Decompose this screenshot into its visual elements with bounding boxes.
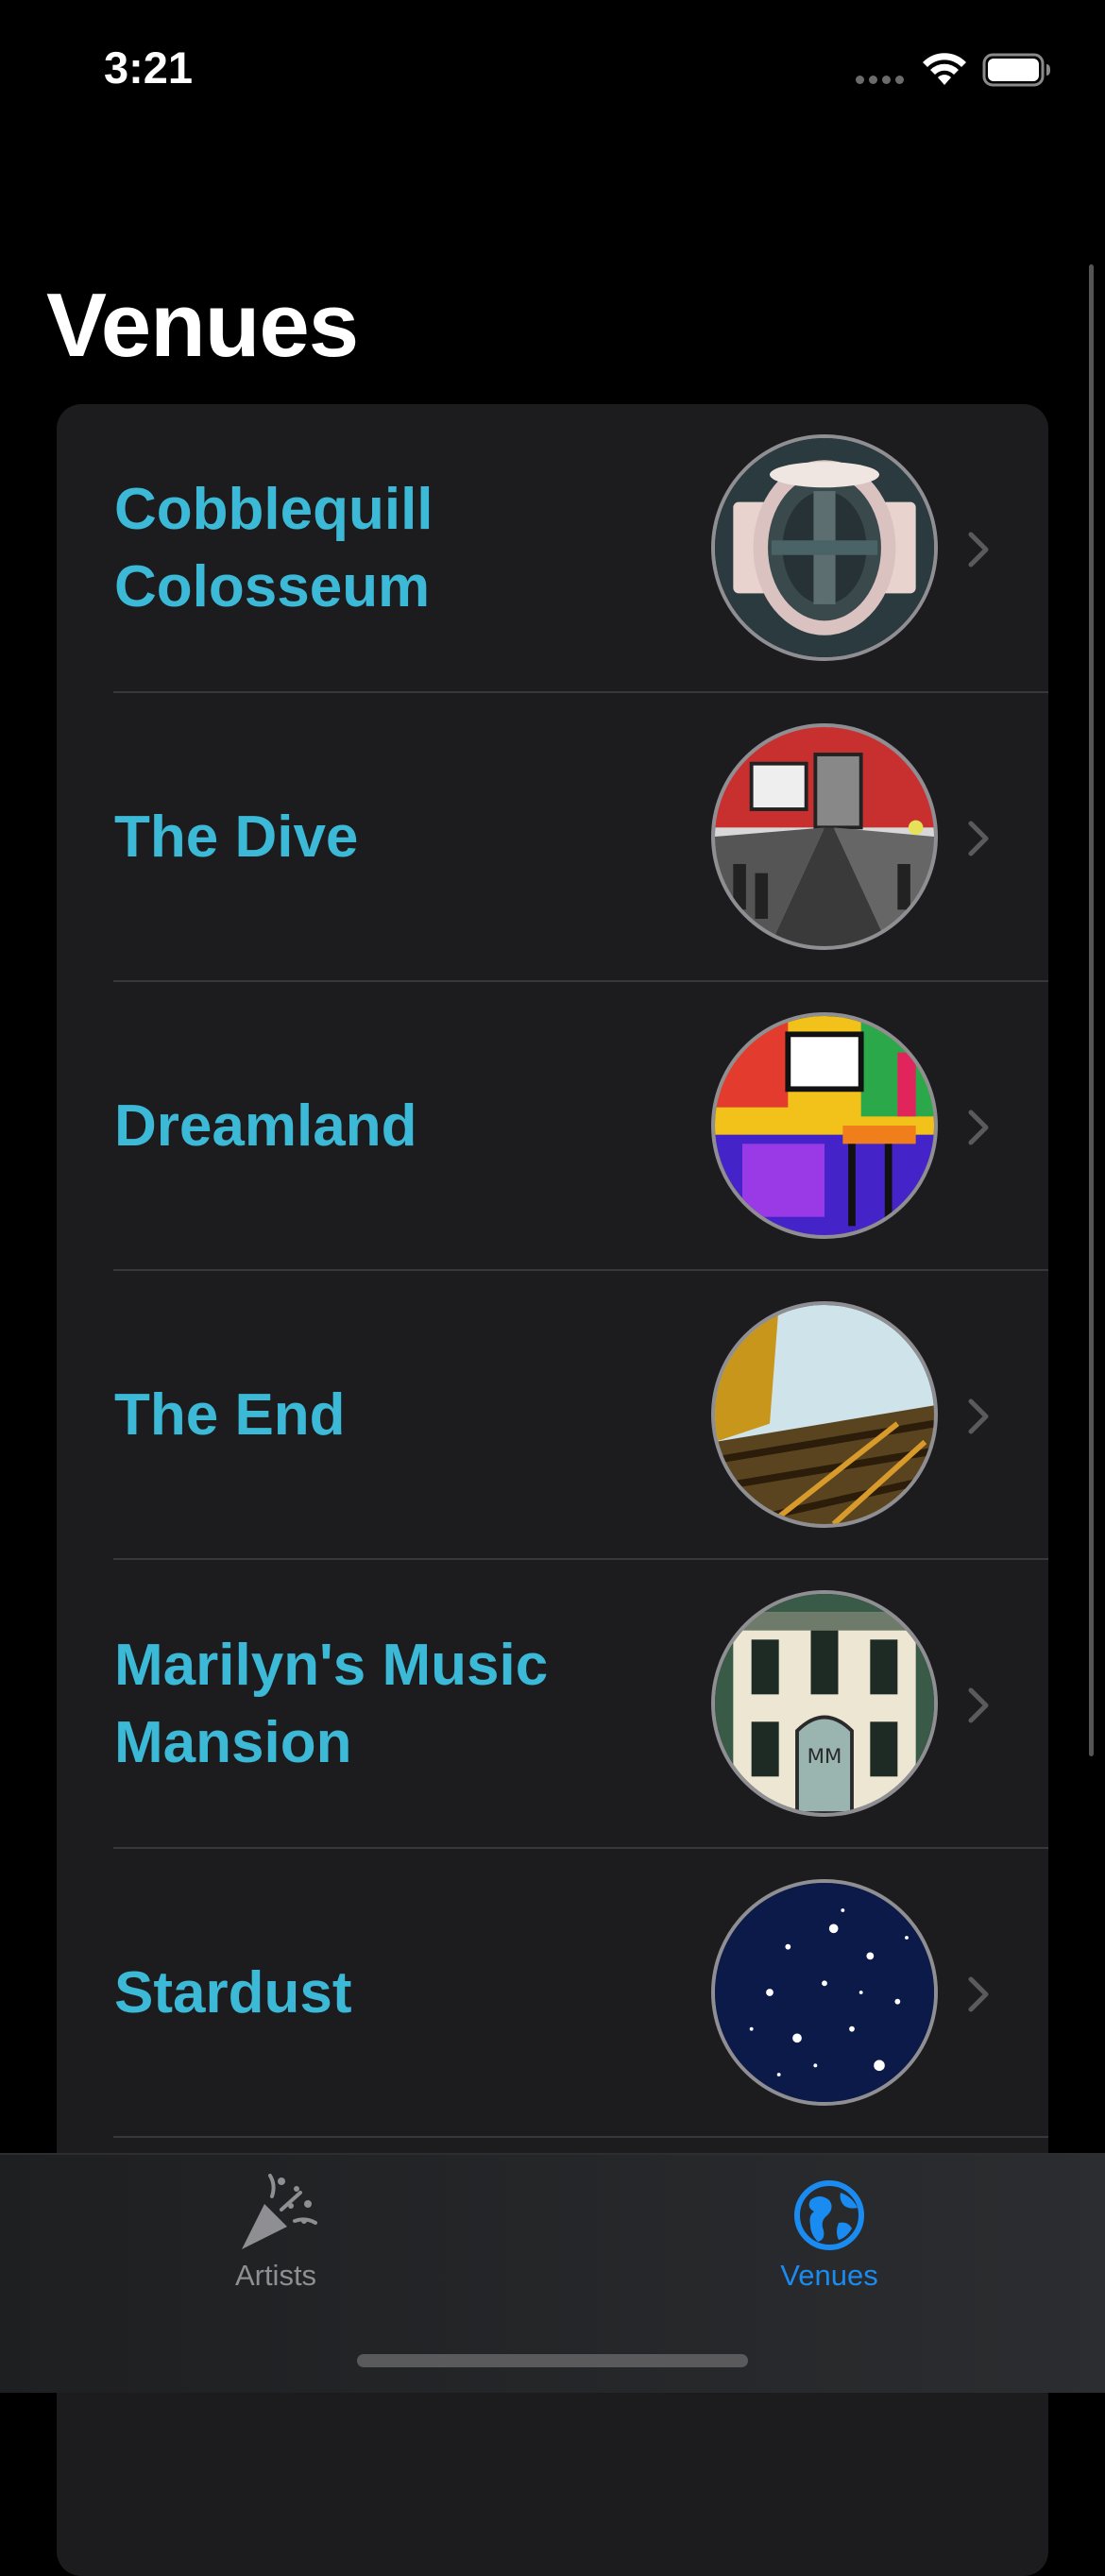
- chevron-right-icon: [968, 532, 989, 568]
- row-divider: [113, 2136, 1048, 2138]
- venue-name: The End: [114, 1382, 346, 1448]
- venue-thumbnail: [711, 1879, 938, 2106]
- chevron-right-icon: [968, 1110, 989, 1145]
- tab-venues-label: Venues: [780, 2259, 878, 2292]
- party-popper-icon: [242, 2174, 317, 2249]
- battery-icon: [982, 53, 1050, 87]
- venue-name: Marilyn's Music Mansion: [114, 1633, 549, 1775]
- chevron-right-icon: [968, 1687, 989, 1723]
- venue-thumbnail: [711, 1012, 938, 1239]
- chevron-right-icon: [968, 1398, 989, 1434]
- list-item-venue[interactable]: The End: [57, 1271, 1048, 1560]
- status-bar: 3:21: [0, 0, 1105, 132]
- venue-name: Dreamland: [114, 1093, 417, 1159]
- page-title: Venues: [46, 275, 359, 376]
- venue-thumbnail: [711, 723, 938, 950]
- list-item-venue[interactable]: The Dive: [57, 693, 1048, 982]
- chevron-right-icon: [968, 821, 989, 856]
- tab-artists-label: Artists: [234, 2259, 317, 2292]
- venue-name: Cobblequill Colosseum: [114, 477, 434, 619]
- venue-thumbnail: MM: [711, 1590, 938, 1817]
- list-item-venue[interactable]: Stardust: [57, 1849, 1048, 2138]
- venue-name: The Dive: [114, 805, 359, 870]
- list-item-venue[interactable]: Dreamland: [57, 982, 1048, 1271]
- venue-thumbnail: [711, 1301, 938, 1528]
- chevron-right-icon: [968, 1976, 989, 2012]
- tab-bar: Artists Venues: [0, 2153, 1105, 2393]
- wifi-icon: [923, 53, 966, 85]
- scrollbar[interactable]: [1089, 264, 1094, 1756]
- list-item-venue[interactable]: Cobblequill Colosseum: [57, 404, 1048, 693]
- venue-thumbnail: [711, 434, 938, 661]
- cellular-signal-icon: [856, 76, 904, 84]
- venue-name: Stardust: [114, 1960, 352, 2025]
- svg-text:MM: MM: [808, 1745, 842, 1769]
- list-item-venue[interactable]: Marilyn's Music Mansion MM: [57, 1560, 1048, 1849]
- tab-venues[interactable]: Venues: [688, 2155, 971, 2306]
- globe-icon: [794, 2180, 864, 2250]
- status-time: 3:21: [104, 42, 194, 93]
- tab-artists[interactable]: Artists: [134, 2155, 417, 2306]
- home-indicator: [357, 2354, 748, 2367]
